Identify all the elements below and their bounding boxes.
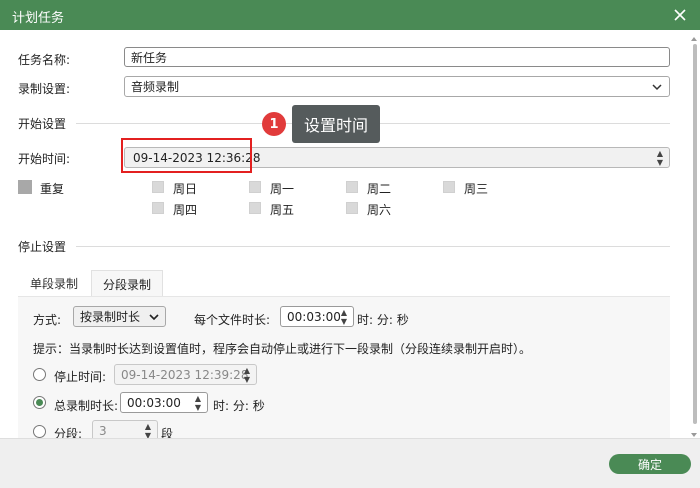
scroll-down-icon[interactable]	[690, 428, 698, 437]
day-checkbox-mon[interactable]	[249, 181, 261, 193]
window-title: 计划任务	[12, 11, 65, 26]
total-duration-input[interactable]: 00:03:00 ▲ ▼	[120, 392, 208, 413]
repeat-checkbox[interactable]	[18, 180, 32, 194]
day-label-tue: 周二	[367, 182, 392, 196]
spin-up-icon[interactable]: ▲	[244, 366, 250, 375]
spin-up-icon[interactable]: ▲	[145, 422, 151, 431]
callout: 1 设置时间	[262, 105, 381, 143]
scroll-up-icon[interactable]	[690, 32, 698, 41]
per-file-duration-spinner[interactable]: ▲ ▼	[339, 308, 349, 326]
segments-radio[interactable]	[33, 425, 46, 438]
total-duration-radio[interactable]	[33, 396, 46, 409]
scrollbar-thumb[interactable]	[693, 44, 697, 424]
stop-section-title: 停止设置	[18, 240, 67, 254]
day-checkbox-thu[interactable]	[152, 202, 164, 214]
per-file-duration-label: 每个文件时长:	[194, 313, 271, 327]
day-label-fri: 周五	[270, 203, 295, 217]
start-section-title: 开始设置	[18, 117, 67, 131]
highlight-box	[121, 138, 252, 173]
task-name-value: 新任务	[131, 50, 168, 65]
per-file-duration-input[interactable]: 00:03:00 ▲ ▼	[280, 306, 354, 327]
mode-select[interactable]: 按录制时长	[73, 306, 166, 327]
day-checkbox-fri[interactable]	[249, 202, 261, 214]
stop-time-radio[interactable]	[33, 368, 46, 381]
tab-single-recording[interactable]: 单段录制	[22, 270, 86, 297]
record-settings-select[interactable]: 音频录制	[124, 76, 670, 97]
stop-time-value: 09-14-2023 12:39:28	[121, 367, 249, 382]
hint-text: 提示：当录制时长达到设置值时，程序会自动停止或进行下一段录制（分段连续录制开启时…	[33, 342, 532, 356]
callout-bubble: 设置时间	[292, 105, 381, 143]
mode-label: 方式:	[33, 313, 62, 327]
per-file-duration-value: 00:03:00	[287, 309, 341, 324]
stop-time-input[interactable]: 09-14-2023 12:39:28 ▲ ▼	[114, 364, 257, 385]
day-label-sat: 周六	[367, 203, 392, 217]
total-duration-value: 00:03:00	[127, 395, 181, 410]
segments-value: 3	[99, 423, 107, 438]
record-settings-value: 音频录制	[131, 80, 180, 94]
total-duration-hms-label: 时: 分: 秒	[213, 399, 265, 413]
stop-time-label: 停止时间:	[54, 370, 107, 384]
spin-down-icon[interactable]: ▼	[657, 158, 663, 167]
spin-down-icon[interactable]: ▼	[195, 403, 201, 412]
day-label-wed: 周三	[464, 182, 489, 196]
ok-button[interactable]: 确定	[609, 454, 691, 474]
day-checkbox-sun[interactable]	[152, 181, 164, 193]
chevron-down-icon	[651, 81, 663, 93]
spin-up-icon[interactable]: ▲	[195, 394, 201, 403]
day-checkbox-tue[interactable]	[346, 181, 358, 193]
start-time-spinner[interactable]: ▲ ▼	[655, 149, 665, 167]
stop-section-divider	[76, 246, 670, 247]
title-bar: 计划任务	[0, 0, 700, 30]
day-checkbox-sat[interactable]	[346, 202, 358, 214]
day-label-sun: 周日	[173, 182, 198, 196]
repeat-label: 重复	[40, 182, 65, 196]
day-label-mon: 周一	[270, 182, 295, 196]
close-icon[interactable]	[670, 5, 690, 25]
per-file-hms-label: 时: 分: 秒	[357, 313, 409, 327]
mode-value: 按录制时长	[80, 310, 141, 324]
total-duration-label: 总录制时长:	[54, 399, 119, 413]
spin-up-icon[interactable]: ▲	[341, 308, 347, 317]
footer	[0, 438, 700, 488]
callout-number-badge: 1	[262, 112, 286, 136]
task-name-label: 任务名称:	[18, 53, 71, 67]
day-checkbox-wed[interactable]	[443, 181, 455, 193]
start-time-label: 开始时间:	[18, 152, 71, 166]
task-name-input[interactable]: 新任务	[124, 47, 670, 67]
stop-time-spinner[interactable]: ▲ ▼	[242, 366, 252, 384]
spin-down-icon[interactable]: ▼	[244, 375, 250, 384]
total-duration-spinner[interactable]: ▲ ▼	[193, 394, 203, 412]
chevron-down-icon	[148, 311, 160, 323]
record-settings-label: 录制设置:	[18, 82, 71, 96]
spin-up-icon[interactable]: ▲	[657, 149, 663, 158]
spin-down-icon[interactable]: ▼	[341, 317, 347, 326]
day-label-thu: 周四	[173, 203, 198, 217]
tab-segment-recording[interactable]: 分段录制	[91, 270, 163, 297]
